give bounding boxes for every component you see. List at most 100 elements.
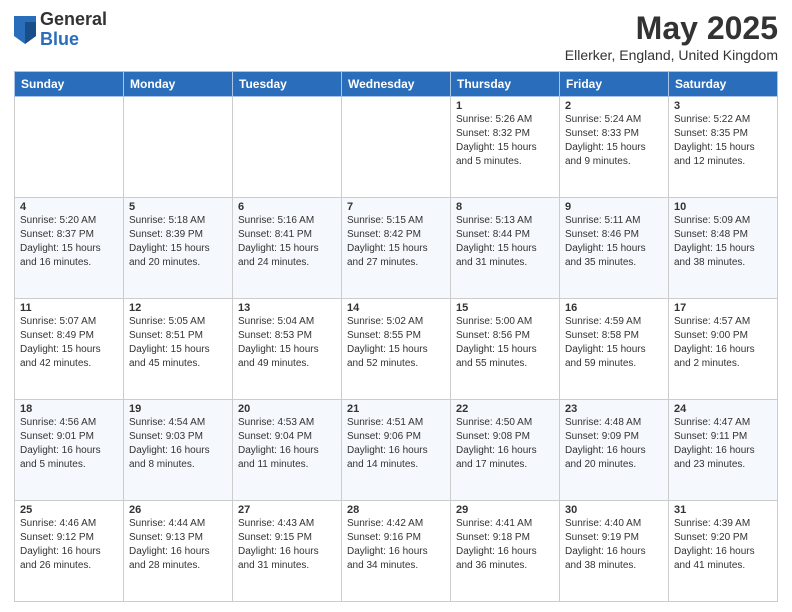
day-cell: 28Sunrise: 4:42 AM Sunset: 9:16 PM Dayli… — [342, 501, 451, 602]
day-info: Sunrise: 5:11 AM Sunset: 8:46 PM Dayligh… — [565, 214, 663, 270]
day-cell: 31Sunrise: 4:39 AM Sunset: 9:20 PM Dayli… — [669, 501, 778, 602]
day-number: 18 — [20, 403, 118, 415]
day-info: Sunrise: 4:50 AM Sunset: 9:08 PM Dayligh… — [456, 416, 554, 472]
day-number: 15 — [456, 302, 554, 314]
day-cell — [124, 97, 233, 198]
day-cell: 8Sunrise: 5:13 AM Sunset: 8:44 PM Daylig… — [451, 198, 560, 299]
day-info: Sunrise: 4:59 AM Sunset: 8:58 PM Dayligh… — [565, 315, 663, 371]
calendar-subtitle: Ellerker, England, United Kingdom — [565, 47, 778, 63]
col-header-monday: Monday — [124, 72, 233, 97]
week-row-1: 1Sunrise: 5:26 AM Sunset: 8:32 PM Daylig… — [15, 97, 778, 198]
day-number: 27 — [238, 504, 336, 516]
day-cell: 1Sunrise: 5:26 AM Sunset: 8:32 PM Daylig… — [451, 97, 560, 198]
day-number: 17 — [674, 302, 772, 314]
day-info: Sunrise: 4:44 AM Sunset: 9:13 PM Dayligh… — [129, 517, 227, 573]
day-cell: 9Sunrise: 5:11 AM Sunset: 8:46 PM Daylig… — [560, 198, 669, 299]
day-number: 14 — [347, 302, 445, 314]
day-cell: 13Sunrise: 5:04 AM Sunset: 8:53 PM Dayli… — [233, 299, 342, 400]
day-number: 31 — [674, 504, 772, 516]
day-cell: 14Sunrise: 5:02 AM Sunset: 8:55 PM Dayli… — [342, 299, 451, 400]
day-number: 7 — [347, 201, 445, 213]
day-cell: 25Sunrise: 4:46 AM Sunset: 9:12 PM Dayli… — [15, 501, 124, 602]
day-number: 10 — [674, 201, 772, 213]
day-cell: 16Sunrise: 4:59 AM Sunset: 8:58 PM Dayli… — [560, 299, 669, 400]
calendar-title: May 2025 — [565, 10, 778, 47]
day-cell: 27Sunrise: 4:43 AM Sunset: 9:15 PM Dayli… — [233, 501, 342, 602]
day-number: 1 — [456, 100, 554, 112]
day-info: Sunrise: 4:56 AM Sunset: 9:01 PM Dayligh… — [20, 416, 118, 472]
day-info: Sunrise: 4:40 AM Sunset: 9:19 PM Dayligh… — [565, 517, 663, 573]
col-header-friday: Friday — [560, 72, 669, 97]
day-cell — [233, 97, 342, 198]
day-cell: 3Sunrise: 5:22 AM Sunset: 8:35 PM Daylig… — [669, 97, 778, 198]
week-row-3: 11Sunrise: 5:07 AM Sunset: 8:49 PM Dayli… — [15, 299, 778, 400]
day-info: Sunrise: 4:39 AM Sunset: 9:20 PM Dayligh… — [674, 517, 772, 573]
logo-blue-text: Blue — [40, 29, 79, 49]
day-cell: 20Sunrise: 4:53 AM Sunset: 9:04 PM Dayli… — [233, 400, 342, 501]
day-cell: 29Sunrise: 4:41 AM Sunset: 9:18 PM Dayli… — [451, 501, 560, 602]
day-number: 23 — [565, 403, 663, 415]
day-info: Sunrise: 5:13 AM Sunset: 8:44 PM Dayligh… — [456, 214, 554, 270]
day-cell: 2Sunrise: 5:24 AM Sunset: 8:33 PM Daylig… — [560, 97, 669, 198]
day-number: 3 — [674, 100, 772, 112]
day-number: 6 — [238, 201, 336, 213]
day-number: 8 — [456, 201, 554, 213]
day-number: 22 — [456, 403, 554, 415]
week-row-5: 25Sunrise: 4:46 AM Sunset: 9:12 PM Dayli… — [15, 501, 778, 602]
day-number: 13 — [238, 302, 336, 314]
day-cell: 24Sunrise: 4:47 AM Sunset: 9:11 PM Dayli… — [669, 400, 778, 501]
day-cell — [342, 97, 451, 198]
day-number: 11 — [20, 302, 118, 314]
day-number: 2 — [565, 100, 663, 112]
day-number: 30 — [565, 504, 663, 516]
day-info: Sunrise: 4:48 AM Sunset: 9:09 PM Dayligh… — [565, 416, 663, 472]
day-number: 19 — [129, 403, 227, 415]
day-number: 5 — [129, 201, 227, 213]
day-cell: 12Sunrise: 5:05 AM Sunset: 8:51 PM Dayli… — [124, 299, 233, 400]
header: General Blue May 2025 Ellerker, England,… — [14, 10, 778, 63]
day-info: Sunrise: 4:53 AM Sunset: 9:04 PM Dayligh… — [238, 416, 336, 472]
day-number: 28 — [347, 504, 445, 516]
day-info: Sunrise: 4:41 AM Sunset: 9:18 PM Dayligh… — [456, 517, 554, 573]
day-number: 4 — [20, 201, 118, 213]
day-number: 16 — [565, 302, 663, 314]
day-cell: 30Sunrise: 4:40 AM Sunset: 9:19 PM Dayli… — [560, 501, 669, 602]
week-row-2: 4Sunrise: 5:20 AM Sunset: 8:37 PM Daylig… — [15, 198, 778, 299]
logo-icon — [14, 16, 36, 44]
day-info: Sunrise: 5:04 AM Sunset: 8:53 PM Dayligh… — [238, 315, 336, 371]
day-info: Sunrise: 4:47 AM Sunset: 9:11 PM Dayligh… — [674, 416, 772, 472]
day-info: Sunrise: 5:16 AM Sunset: 8:41 PM Dayligh… — [238, 214, 336, 270]
day-info: Sunrise: 4:42 AM Sunset: 9:16 PM Dayligh… — [347, 517, 445, 573]
col-header-wednesday: Wednesday — [342, 72, 451, 97]
day-cell: 5Sunrise: 5:18 AM Sunset: 8:39 PM Daylig… — [124, 198, 233, 299]
day-info: Sunrise: 4:54 AM Sunset: 9:03 PM Dayligh… — [129, 416, 227, 472]
day-number: 29 — [456, 504, 554, 516]
calendar-table: SundayMondayTuesdayWednesdayThursdayFrid… — [14, 71, 778, 602]
page: General Blue May 2025 Ellerker, England,… — [0, 0, 792, 612]
day-cell: 23Sunrise: 4:48 AM Sunset: 9:09 PM Dayli… — [560, 400, 669, 501]
week-row-4: 18Sunrise: 4:56 AM Sunset: 9:01 PM Dayli… — [15, 400, 778, 501]
col-header-sunday: Sunday — [15, 72, 124, 97]
day-number: 24 — [674, 403, 772, 415]
day-info: Sunrise: 5:02 AM Sunset: 8:55 PM Dayligh… — [347, 315, 445, 371]
col-header-thursday: Thursday — [451, 72, 560, 97]
title-block: May 2025 Ellerker, England, United Kingd… — [565, 10, 778, 63]
day-info: Sunrise: 5:24 AM Sunset: 8:33 PM Dayligh… — [565, 113, 663, 169]
day-number: 20 — [238, 403, 336, 415]
day-cell: 4Sunrise: 5:20 AM Sunset: 8:37 PM Daylig… — [15, 198, 124, 299]
day-cell: 6Sunrise: 5:16 AM Sunset: 8:41 PM Daylig… — [233, 198, 342, 299]
day-info: Sunrise: 5:26 AM Sunset: 8:32 PM Dayligh… — [456, 113, 554, 169]
day-cell: 22Sunrise: 4:50 AM Sunset: 9:08 PM Dayli… — [451, 400, 560, 501]
day-info: Sunrise: 5:18 AM Sunset: 8:39 PM Dayligh… — [129, 214, 227, 270]
day-number: 21 — [347, 403, 445, 415]
col-header-tuesday: Tuesday — [233, 72, 342, 97]
day-cell: 19Sunrise: 4:54 AM Sunset: 9:03 PM Dayli… — [124, 400, 233, 501]
day-number: 12 — [129, 302, 227, 314]
day-info: Sunrise: 5:05 AM Sunset: 8:51 PM Dayligh… — [129, 315, 227, 371]
day-cell: 26Sunrise: 4:44 AM Sunset: 9:13 PM Dayli… — [124, 501, 233, 602]
day-info: Sunrise: 4:46 AM Sunset: 9:12 PM Dayligh… — [20, 517, 118, 573]
day-number: 25 — [20, 504, 118, 516]
day-cell: 10Sunrise: 5:09 AM Sunset: 8:48 PM Dayli… — [669, 198, 778, 299]
day-cell: 15Sunrise: 5:00 AM Sunset: 8:56 PM Dayli… — [451, 299, 560, 400]
day-info: Sunrise: 5:09 AM Sunset: 8:48 PM Dayligh… — [674, 214, 772, 270]
